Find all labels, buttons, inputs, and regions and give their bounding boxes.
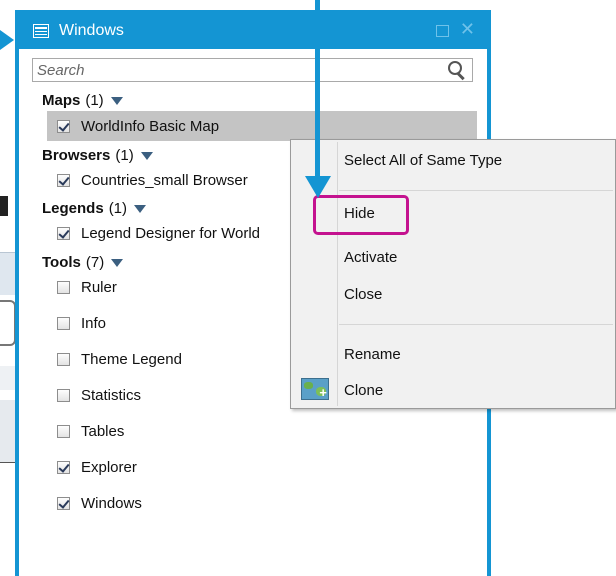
map-clone-icon: +: [301, 378, 329, 400]
item-label: Theme Legend: [81, 350, 182, 368]
item-label: Countries_small Browser: [81, 171, 248, 189]
search-input[interactable]: [33, 60, 446, 80]
checkbox[interactable]: [57, 316, 70, 330]
item-label: Explorer: [81, 458, 137, 476]
checkbox[interactable]: [57, 119, 70, 133]
item-label: Ruler: [81, 278, 117, 296]
menu-item-rename[interactable]: Rename: [344, 344, 401, 366]
maximize-icon[interactable]: [436, 25, 449, 37]
group-name: Maps: [42, 92, 81, 109]
list-item[interactable]: Info: [49, 308, 106, 338]
checkbox[interactable]: [57, 352, 70, 366]
menu-item-activate[interactable]: Activate: [344, 247, 397, 269]
group-count: (1): [115, 147, 134, 164]
callout-line: [315, 0, 320, 180]
background-fragment: [0, 300, 16, 346]
group-header-maps[interactable]: Maps (1): [42, 92, 123, 109]
group-count: (1): [85, 92, 104, 109]
list-item[interactable]: Theme Legend: [49, 344, 182, 374]
callout-arrow-left: [0, 30, 14, 50]
checkbox[interactable]: [57, 280, 70, 294]
item-label: Legend Designer for World: [81, 224, 260, 242]
group-name: Browsers: [42, 147, 111, 164]
menu-item-select-all-same-type[interactable]: Select All of Same Type: [344, 150, 502, 172]
collapse-triangle-icon[interactable]: [110, 96, 123, 105]
group-header-browsers[interactable]: Browsers (1): [42, 147, 153, 164]
list-item[interactable]: Explorer: [49, 452, 137, 482]
list-item[interactable]: Windows: [49, 488, 142, 518]
list-item[interactable]: Legend Designer for World: [49, 218, 260, 248]
menu-item-clone[interactable]: Clone: [344, 380, 383, 402]
list-item[interactable]: Ruler: [49, 272, 117, 302]
search-box: [32, 58, 473, 82]
checkbox[interactable]: [57, 460, 70, 474]
group-count: (1): [108, 200, 128, 217]
search-icon[interactable]: [446, 59, 468, 81]
item-label: Windows: [81, 494, 142, 512]
panel-titlebar[interactable]: Windows ✕: [19, 13, 487, 49]
group-header-legends[interactable]: Legends (1): [42, 200, 147, 217]
list-item[interactable]: Countries_small Browser: [49, 165, 248, 195]
context-menu: Select All of Same Type Hide Activate Cl…: [290, 139, 616, 409]
group-name: Tools: [42, 254, 81, 271]
panel-title: Windows: [59, 22, 124, 39]
list-item[interactable]: Tables: [49, 416, 124, 446]
item-label: WorldInfo Basic Map: [81, 117, 220, 135]
group-count: (7): [85, 254, 105, 271]
item-label: Statistics: [81, 386, 142, 404]
collapse-triangle-icon[interactable]: [140, 151, 153, 160]
item-label: Info: [81, 314, 107, 332]
checkbox[interactable]: [57, 496, 70, 510]
checkbox[interactable]: [57, 173, 70, 187]
list-item[interactable]: WorldInfo Basic Map: [47, 111, 477, 141]
list-item[interactable]: Statistics: [49, 380, 141, 410]
menu-gutter: [337, 142, 338, 406]
collapse-triangle-icon[interactable]: [134, 204, 147, 213]
close-icon[interactable]: ✕: [460, 19, 475, 40]
menu-separator: [339, 324, 613, 325]
checkbox[interactable]: [57, 388, 70, 402]
menu-item-close[interactable]: Close: [344, 284, 382, 306]
item-label: Tables: [81, 422, 125, 440]
checkbox[interactable]: [57, 226, 70, 240]
hide-highlight-box: [313, 195, 409, 235]
callout-arrow-down: [305, 176, 331, 198]
group-name: Legends: [42, 200, 104, 217]
menu-separator: [339, 190, 613, 191]
group-header-tools[interactable]: Tools (7): [42, 254, 124, 271]
collapse-triangle-icon[interactable]: [111, 258, 124, 267]
checkbox[interactable]: [57, 424, 70, 438]
background-fragment: [0, 196, 8, 216]
window-list-icon: [33, 24, 49, 38]
